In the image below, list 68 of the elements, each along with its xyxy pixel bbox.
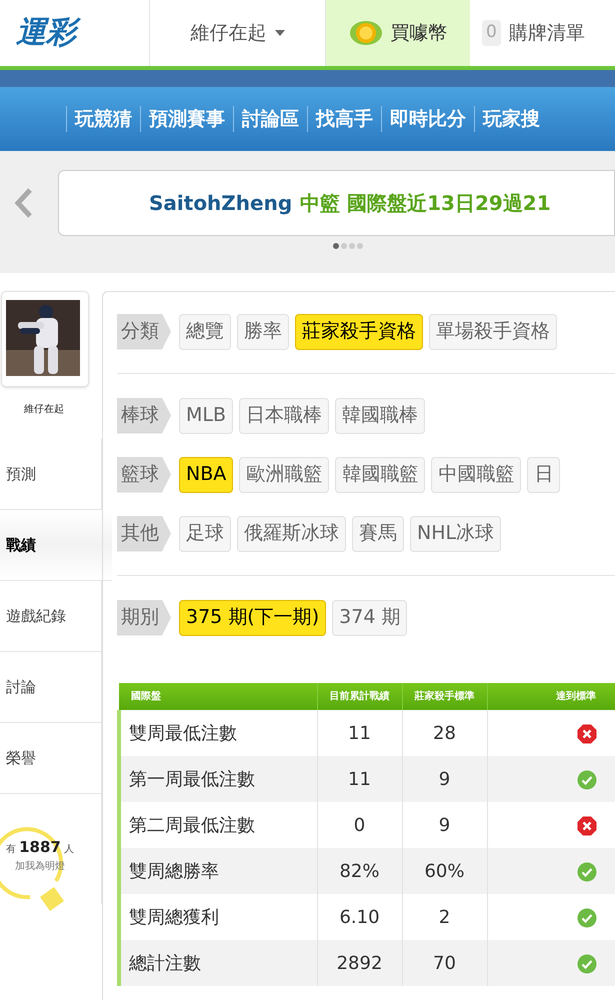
nav-link[interactable]: 玩家搜 — [475, 104, 548, 134]
table-cell: 11 — [317, 710, 402, 756]
logo[interactable]: 運彩 — [8, 13, 84, 53]
column-header: 莊家殺手標準 — [414, 691, 474, 702]
filter-tag[interactable]: 374 期 — [332, 600, 408, 636]
table-cell: 0 — [317, 802, 402, 848]
banner-user[interactable]: SaitohZheng — [149, 188, 292, 218]
nav-link[interactable]: 即時比分 — [382, 104, 474, 134]
nav-link[interactable]: 玩競猜 — [67, 104, 140, 134]
filter-label: 籃球 — [117, 456, 171, 492]
column-header: 目前累計戰績 — [330, 691, 390, 702]
filter-tag[interactable]: 韓國職籃 — [335, 456, 426, 492]
sidebar-item[interactable]: 遊戲紀錄 — [6, 604, 66, 628]
filter-label: 其他 — [117, 516, 171, 552]
coin-icon — [348, 18, 382, 48]
filter-tag[interactable]: 日本職棒 — [239, 398, 330, 434]
filter-label: 棒球 — [117, 398, 171, 434]
fans-prefix: 有 — [6, 843, 16, 857]
filter-tag[interactable]: 日 — [527, 456, 560, 492]
cart-link[interactable]: 購牌清單 — [508, 18, 585, 48]
filter-tag[interactable]: 莊家殺手資格 — [295, 314, 423, 350]
filter-tag[interactable]: NHL冰球 — [410, 516, 502, 552]
filter-tag[interactable]: 賽馬 — [352, 516, 404, 552]
buy-coins-button[interactable]: 買噱幣 — [326, 0, 470, 66]
cart-count: 0 — [482, 20, 501, 46]
filter-tag[interactable]: 中國職籃 — [431, 456, 522, 492]
table-cell: 60% — [402, 848, 487, 894]
filter-tag[interactable]: 375 期(下一期) — [179, 600, 326, 636]
table-cell: 70 — [402, 940, 487, 986]
filter-tag[interactable]: NBA — [179, 456, 234, 492]
filter-tag[interactable]: 韓國職棒 — [335, 398, 426, 434]
filter-tag[interactable]: 俄羅斯冰球 — [237, 516, 346, 552]
nav-link[interactable]: 找高手 — [308, 104, 381, 134]
column-header: 達到標準 — [556, 691, 596, 702]
filter-tag[interactable]: 足球 — [179, 516, 231, 552]
filter-tag[interactable]: 歐洲職籃 — [239, 456, 330, 492]
nav-link[interactable]: 討論區 — [234, 104, 307, 134]
sidebar-item[interactable]: 戰績 — [6, 534, 36, 556]
filter-tag[interactable]: MLB — [179, 398, 234, 434]
column-header: 國際盤 — [131, 691, 161, 702]
filter-tag[interactable]: 總覽 — [179, 314, 231, 350]
table-cell: 雙周最低注數 — [119, 710, 317, 756]
nav-link[interactable]: 預測賽事 — [141, 104, 233, 134]
table-cell: 9 — [402, 802, 487, 848]
caret-icon — [274, 30, 284, 36]
filter-tag[interactable]: 單場殺手資格 — [429, 314, 557, 350]
previous-icon[interactable] — [12, 187, 34, 219]
filter-tag[interactable]: 勝率 — [237, 314, 289, 350]
table-cell: 雙周總獲利 — [119, 894, 317, 940]
sidebar-item[interactable]: 預測 — [6, 462, 36, 486]
table-cell: 6.10 — [317, 894, 402, 940]
profile-name: 維仔在起 — [23, 402, 65, 417]
sidebar-item[interactable]: 討論 — [6, 676, 36, 698]
table-cell: 2 — [402, 894, 487, 940]
table-cell: 雙周總勝率 — [119, 848, 317, 894]
sidebar-item[interactable]: 榮譽 — [6, 746, 36, 770]
table-cell: 第一周最低注數 — [119, 756, 317, 802]
table-cell: 第二周最低注數 — [119, 802, 317, 848]
table-cell: 11 — [317, 756, 402, 802]
table-cell: 82% — [317, 848, 402, 894]
filter-label: 分類 — [117, 314, 171, 350]
table-cell: 總計注數 — [119, 940, 317, 986]
fans-suffix: 人 — [64, 843, 74, 857]
table-cell: 2892 — [317, 940, 402, 986]
filter-label: 期別 — [117, 600, 171, 636]
table-cell: 28 — [402, 710, 487, 756]
table-cell: 9 — [402, 756, 487, 802]
banner-message: 中籃 國際盤近13日29過21 — [300, 190, 551, 217]
